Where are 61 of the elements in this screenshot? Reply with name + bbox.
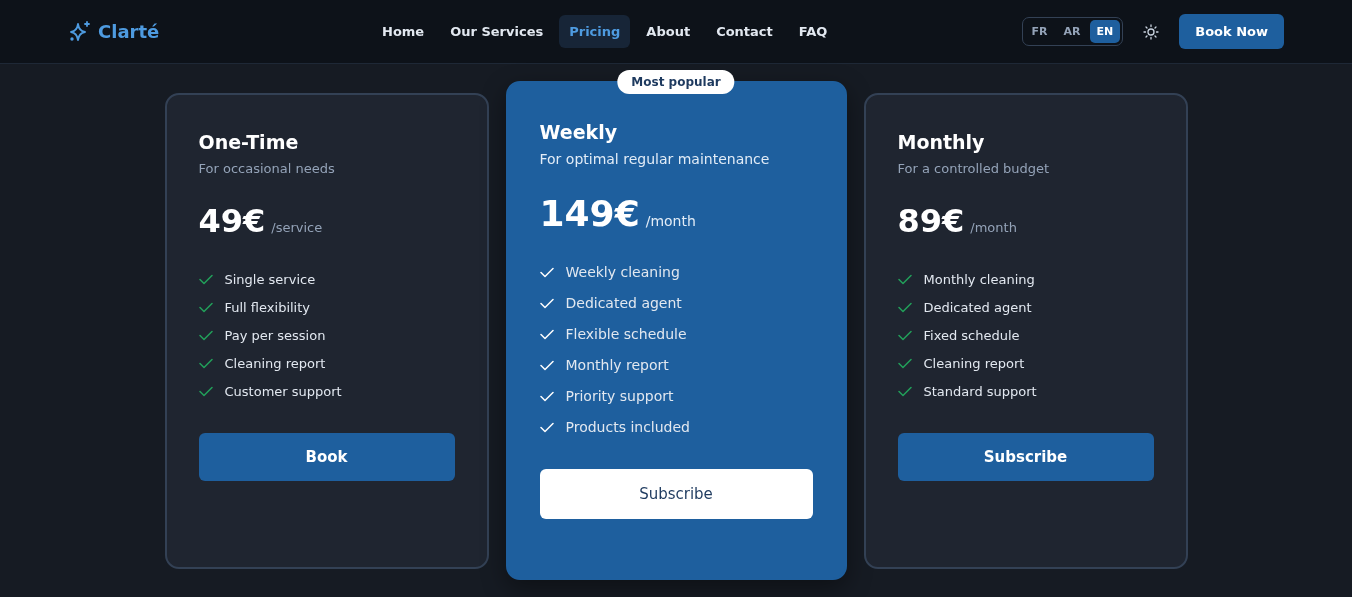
language-option[interactable]: FR [1024,20,1055,43]
plan-name: Monthly [897,130,986,153]
price-period: /month [645,213,696,229]
feature-text: Single service [224,271,316,287]
check-icon [198,273,213,285]
feature-text: Standard support [923,383,1037,399]
book-now-button[interactable]: Book Now [1179,14,1284,49]
feature-text: Fixed schedule [923,327,1020,343]
check-icon [198,329,213,341]
feature-text: Customer support [224,383,342,399]
sun-icon[interactable] [1143,23,1160,40]
feature-text: Monthly report [565,357,669,373]
plan-button[interactable]: Subscribe [897,432,1154,481]
plan-subtitle: For a controlled budget [897,160,1051,176]
feature-text: Full flexibility [224,299,310,315]
plan-price: 49€ [198,201,266,240]
nav-link[interactable]: Contact [706,15,783,48]
price-period: /month [970,219,1017,235]
nav-link[interactable]: Home [372,15,435,48]
plan-subtitle: For optimal regular maintenance [539,151,771,167]
plan-button[interactable]: Book [198,432,455,481]
check-icon [539,328,554,340]
check-icon [897,329,912,341]
check-icon [539,421,554,433]
feature-text: Flexible schedule [565,326,687,342]
sparkle-icon [68,19,92,44]
check-icon [897,385,912,397]
plan-subtitle: For occasional needs [198,160,336,176]
feature-text: Cleaning report [224,355,326,371]
feature-text: Monthly cleaning [923,271,1035,287]
plan-button[interactable]: Subscribe [539,469,813,519]
check-icon [897,301,912,313]
nav-link[interactable]: About [636,15,701,48]
check-icon [198,385,213,397]
language-option[interactable]: EN [1089,20,1121,43]
plan-name: One-Time [198,130,300,153]
language-option[interactable]: AR [1056,20,1088,43]
popular-badge: Most popular [617,70,735,94]
check-icon [539,266,554,278]
brand-name[interactable]: Clarté [98,21,160,42]
check-icon [539,359,554,371]
price-period: /service [271,219,323,235]
plan-name: Weekly [539,121,619,143]
plan-price: 89€ [897,201,965,240]
check-icon [198,301,213,313]
check-icon [539,297,554,309]
feature-text: Dedicated agent [565,295,682,311]
feature-text: Products included [565,419,690,435]
feature-text: Dedicated agent [923,299,1032,315]
nav-link[interactable]: FAQ [788,15,838,48]
check-icon [897,357,912,369]
feature-text: Cleaning report [923,355,1025,371]
nav-link[interactable]: Pricing [559,15,631,48]
check-icon [539,390,554,402]
plan-price: 149€ [539,193,640,234]
feature-text: Pay per session [224,327,326,343]
check-icon [198,357,213,369]
nav-link[interactable]: Our Services [440,15,554,48]
check-icon [897,273,912,285]
feature-text: Priority support [565,388,674,404]
feature-text: Weekly cleaning [565,264,680,280]
